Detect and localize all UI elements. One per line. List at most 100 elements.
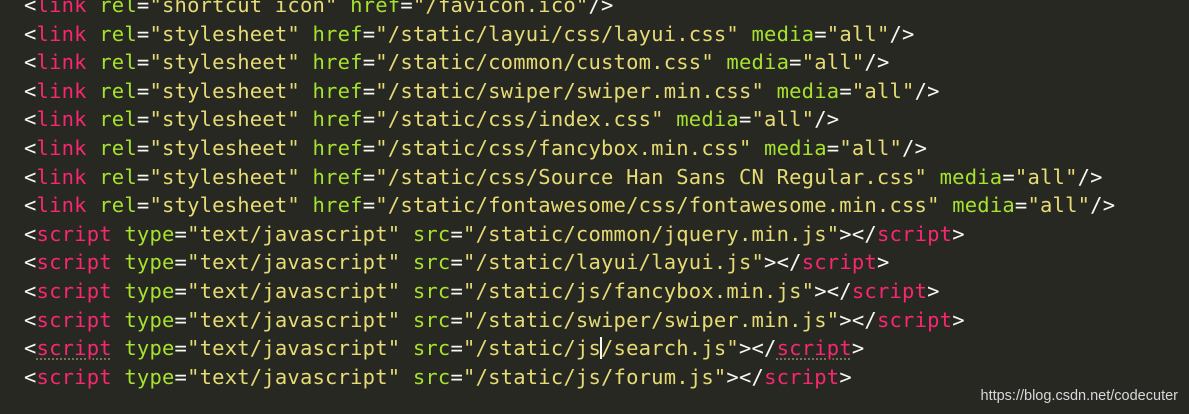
code-punctuation [300,136,313,160]
code-punctuation: < [24,336,37,361]
code-punctuation: = [136,0,150,17]
code-attribute-name: media [676,107,739,132]
code-punctuation: ></ [839,307,877,332]
code-punctuation [87,22,100,46]
code-punctuation [300,22,313,46]
code-punctuation: /> [914,78,940,103]
code-punctuation [300,107,313,131]
code-string: "stylesheet" [149,193,300,218]
code-string: "/static/css/index.css" [375,107,664,132]
code-punctuation [400,222,413,246]
code-punctuation: = [174,307,188,332]
code-attribute-name: href [350,0,401,17]
code-punctuation: = [174,221,188,246]
code-punctuation: < [24,221,37,246]
code-tag-name: script [764,364,840,389]
code-punctuation [752,136,765,160]
code-attribute-name: src [412,221,451,246]
code-string: "all" [1014,164,1078,189]
code-attribute-name: type [124,364,175,389]
code-punctuation [300,79,313,103]
code-punctuation [338,0,351,17]
code-string: "/static/swiper/swiper.min.css" [375,78,765,103]
code-line[interactable]: <link rel="stylesheet" href="/static/fon… [24,191,1184,220]
code-attribute-name: src [412,278,451,303]
code-attribute-name: rel [99,78,137,103]
code-line[interactable]: <link rel="stylesheet" href="/static/swi… [24,77,1184,106]
code-string: "stylesheet" [149,21,300,46]
code-attribute-name: media [776,78,840,103]
code-line[interactable]: <link rel="shortcut icon" href="/favicon… [24,0,1184,20]
code-string: "/static/js/fancybox.min.js" [463,278,815,303]
code-line[interactable]: <link rel="stylesheet" href="/static/css… [24,105,1184,134]
code-punctuation: > [952,307,965,332]
code-tag-name: script [776,336,852,361]
code-editor[interactable]: <link rel="shortcut icon" href="/favicon… [24,0,1184,391]
code-line[interactable]: <script type="text/javascript" src="/sta… [24,220,1184,249]
code-punctuation [739,22,752,46]
code-line[interactable]: <script type="text/javascript" src="/sta… [24,306,1184,335]
code-string: "all" [1027,193,1091,218]
code-attribute-name: rel [99,164,137,189]
code-string: "text/javascript" [187,364,401,389]
code-punctuation [940,193,953,217]
code-line[interactable]: <link rel="stylesheet" href="/static/com… [24,48,1184,77]
code-punctuation: < [24,135,37,160]
code-punctuation: < [24,21,37,46]
code-attribute-name: media [939,164,1003,189]
code-punctuation: ></ [814,278,852,303]
code-punctuation: = [450,221,464,246]
code-punctuation [400,250,413,274]
code-punctuation: < [24,364,37,389]
code-punctuation: = [839,78,852,103]
code-line[interactable]: <link rel="stylesheet" href="/static/lay… [24,20,1184,49]
code-punctuation: = [362,107,376,132]
code-punctuation [400,308,413,332]
code-punctuation: ></ [839,221,877,246]
code-punctuation [87,165,100,189]
code-punctuation: /> [902,135,928,160]
code-punctuation: < [24,50,37,75]
code-attribute-name: href [312,21,363,46]
code-punctuation [112,336,125,360]
code-attribute-name: src [412,307,451,332]
code-punctuation [87,107,100,131]
code-attribute-name: type [124,307,175,332]
code-string: "/static/layui/css/layui.css" [375,21,739,46]
code-line[interactable]: <script type="text/javascript" src="/sta… [24,334,1184,363]
code-line[interactable]: <link rel="stylesheet" href="/static/css… [24,163,1184,192]
code-line[interactable]: <link rel="stylesheet" href="/static/css… [24,134,1184,163]
code-tag-name: link [36,50,87,75]
code-punctuation: = [362,21,376,46]
code-punctuation [112,308,125,332]
code-tag-name: script [801,250,877,275]
code-string: "all" [751,107,815,132]
code-attribute-name: media [952,193,1015,218]
code-punctuation: = [362,193,376,218]
code-punctuation: < [24,193,37,218]
code-attribute-name: href [312,135,363,160]
code-string: "all" [851,78,915,103]
code-punctuation [300,193,313,217]
code-punctuation: = [789,50,802,75]
code-punctuation: = [738,107,752,132]
code-string: "text/javascript" [187,250,401,275]
code-attribute-name: rel [99,193,137,218]
code-punctuation: < [24,250,37,275]
code-punctuation: = [136,164,150,189]
code-attribute-name: rel [99,0,137,17]
code-attribute-name: rel [99,50,137,75]
code-punctuation: ></ [764,250,802,275]
code-tag-name: script [36,278,112,303]
code-line[interactable]: <script type="text/javascript" src="/sta… [24,248,1184,277]
code-line[interactable]: <script type="text/javascript" src="/sta… [24,277,1184,306]
code-punctuation: = [400,0,413,17]
code-punctuation: > [851,336,865,361]
code-tag-name: script [876,221,953,246]
code-punctuation [927,165,940,189]
code-tag-name: link [36,21,87,46]
code-punctuation [300,50,313,74]
code-punctuation: = [362,135,376,160]
code-attribute-name: rel [99,107,137,132]
code-punctuation: = [450,364,464,389]
